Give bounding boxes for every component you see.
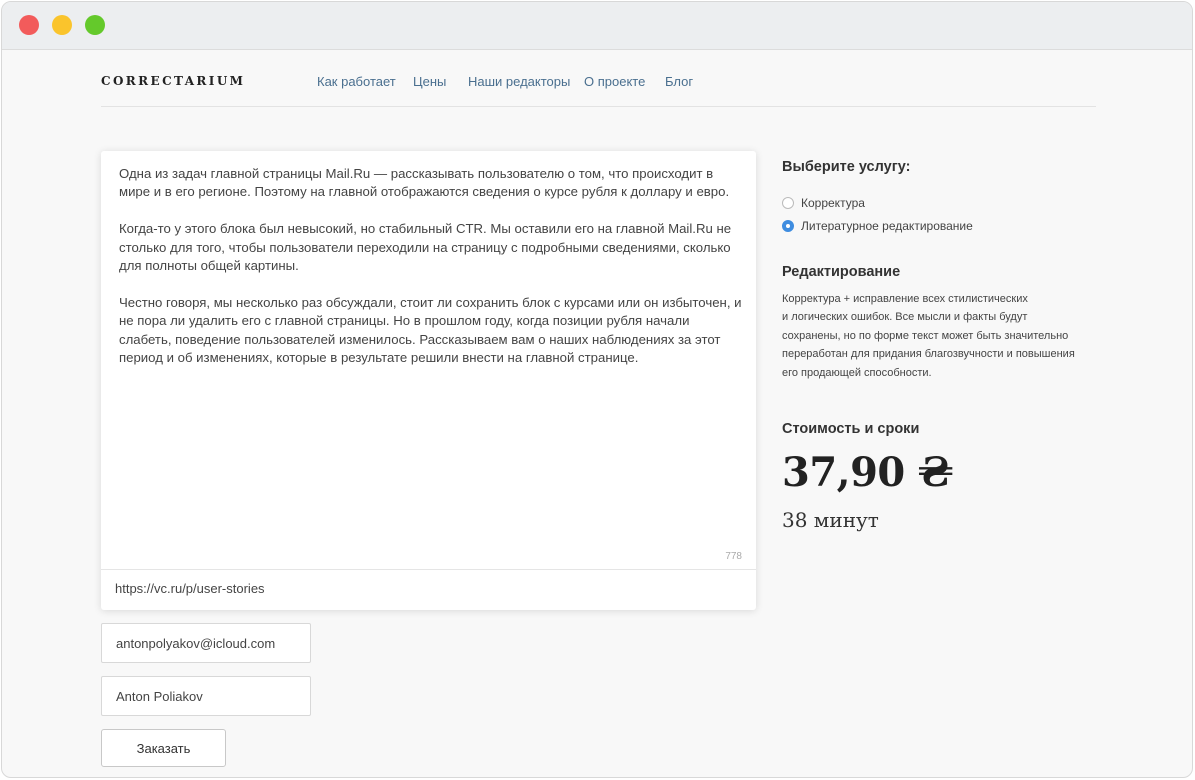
order-button[interactable]: Заказать: [101, 729, 226, 767]
nav-link-how-it-works[interactable]: Как работает: [317, 74, 396, 89]
maximize-window-button[interactable]: [85, 15, 105, 35]
url-input[interactable]: [115, 581, 735, 596]
name-field[interactable]: [101, 676, 311, 716]
service-option-label: Литературное редактирование: [801, 219, 973, 233]
description-line: Корректура + исправление всех стилистиче…: [782, 293, 1028, 305]
editor-paragraph: Честно говоря, мы несколько раз обсуждал…: [119, 294, 742, 366]
service-option-proofreading[interactable]: Корректура: [782, 195, 865, 211]
text-editor-card: Одна из задач главной страницы Mail.Ru —…: [101, 151, 756, 610]
editing-heading: Редактирование: [782, 264, 901, 280]
cost-heading: Стоимость и сроки: [782, 421, 920, 437]
editor-paragraph: Одна из задач главной страницы Mail.Ru —…: [119, 166, 730, 200]
url-row: [101, 569, 756, 610]
text-editor[interactable]: Одна из задач главной страницы Mail.Ru —…: [119, 165, 744, 386]
service-option-literary-editing[interactable]: Литературное редактирование: [782, 218, 973, 234]
title-bar: [2, 2, 1192, 50]
turnaround-time: 38 минут: [782, 508, 879, 532]
radio-unchecked-icon[interactable]: [782, 197, 794, 209]
editor-paragraph: Когда-то у этого блока был невысокий, но…: [119, 221, 732, 274]
nav-link-editors[interactable]: Наши редакторы: [468, 74, 570, 89]
close-window-button[interactable]: [19, 15, 39, 35]
nav-link-blog[interactable]: Блог: [665, 74, 693, 89]
service-heading: Выберите услугу:: [782, 159, 911, 175]
description-line: переработан для придания благозвучности …: [782, 348, 1075, 361]
header-divider: [101, 106, 1096, 107]
description-line: его продающей способности.: [782, 366, 932, 379]
character-count: 778: [725, 551, 742, 562]
radio-checked-icon[interactable]: [782, 220, 794, 232]
price-value: 37,90 ₴: [782, 449, 953, 496]
description-line: и логических ошибок. Все мысли и факты б…: [782, 311, 1028, 324]
nav-link-prices[interactable]: Цены: [413, 74, 446, 89]
service-option-label: Корректура: [801, 196, 865, 210]
editing-description: Корректура + исправление всех стилистиче…: [782, 290, 1102, 382]
minimize-window-button[interactable]: [52, 15, 72, 35]
nav-link-about[interactable]: О проекте: [584, 74, 645, 89]
logo[interactable]: CORRECTARIUM: [101, 74, 245, 88]
description-line: сохранены, но по форме текст может быть …: [782, 329, 1069, 342]
email-field[interactable]: [101, 623, 311, 663]
